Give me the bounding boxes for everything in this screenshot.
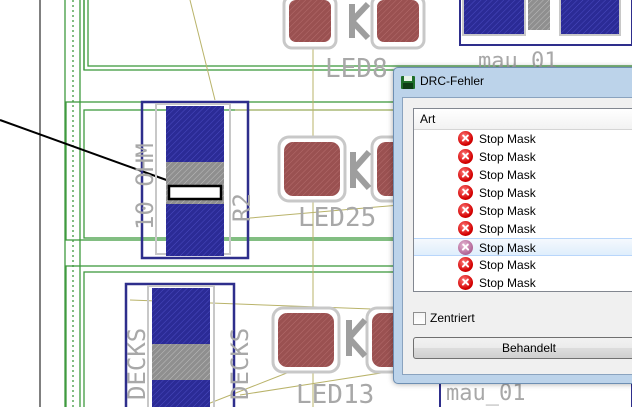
label-decks-right: DECKS [226, 328, 254, 400]
error-x-icon [458, 257, 473, 272]
error-item-label: Stop Mask [479, 132, 536, 146]
label-r2: R2 [228, 193, 256, 222]
error-item-label: Stop Mask [479, 276, 536, 290]
error-item-label: Stop Mask [479, 186, 536, 200]
error-x-icon [458, 149, 473, 164]
error-item-label: Stop Mask [479, 168, 536, 182]
error-list-item[interactable]: Stop Mask [414, 238, 632, 256]
error-list-item[interactable]: Stop Mask [414, 148, 632, 166]
error-item-label: Stop Mask [479, 222, 536, 236]
drc-error-dialog[interactable]: DRC-Fehler Art Stop Mask Stop Mask Stop Ma… [393, 67, 632, 384]
error-item-label: Stop Mask [479, 241, 536, 255]
error-x-icon [458, 185, 473, 200]
zentriert-label: Zentriert [430, 311, 475, 325]
error-x-icon [458, 240, 473, 255]
zentriert-checkbox[interactable] [413, 312, 426, 325]
error-list-item[interactable]: Stop Mask [414, 256, 632, 274]
error-list-rows: Stop Mask Stop Mask Stop Mask Stop Mask Stop… [414, 130, 632, 291]
error-list-item[interactable]: Stop Mask [414, 166, 632, 184]
error-list[interactable]: Art Stop Mask Stop Mask Stop Mask Stop Mask… [413, 108, 632, 292]
error-list-item[interactable]: Stop Mask [414, 274, 632, 291]
label-led25: LED25 [298, 203, 376, 233]
led8-footprint [282, 0, 426, 50]
error-x-icon [458, 131, 473, 146]
label-10-ohm: 10 OHM [131, 143, 159, 230]
error-x-icon [458, 203, 473, 218]
error-list-item[interactable]: Stop Mask [414, 202, 632, 220]
error-item-label: Stop Mask [479, 204, 536, 218]
behandelt-button[interactable]: Behandelt [413, 337, 632, 359]
error-list-item[interactable]: Stop Mask [414, 220, 632, 238]
label-led13: LED13 [296, 380, 374, 407]
error-list-item[interactable]: Stop Mask [414, 130, 632, 148]
label-led8: LED8 [325, 54, 388, 84]
dialog-titlebar[interactable]: DRC-Fehler [394, 68, 632, 96]
top-right-component [459, 0, 632, 46]
label-bottom-right: mau_01 [446, 381, 525, 406]
column-header-art[interactable]: Art [420, 112, 435, 126]
dialog-title: DRC-Fehler [420, 74, 485, 88]
error-item-label: Stop Mask [479, 150, 536, 164]
error-list-item[interactable]: Stop Mask [414, 184, 632, 202]
label-decks-left: DECKS [123, 328, 151, 400]
error-x-icon [458, 275, 473, 290]
dialog-client-area: Art Stop Mask Stop Mask Stop Mask Stop Mask… [402, 97, 632, 375]
error-x-icon [458, 167, 473, 182]
list-header[interactable]: Art [414, 109, 632, 130]
error-x-icon [458, 221, 473, 236]
error-item-label: Stop Mask [479, 258, 536, 272]
floppy-disk-icon [401, 76, 415, 89]
